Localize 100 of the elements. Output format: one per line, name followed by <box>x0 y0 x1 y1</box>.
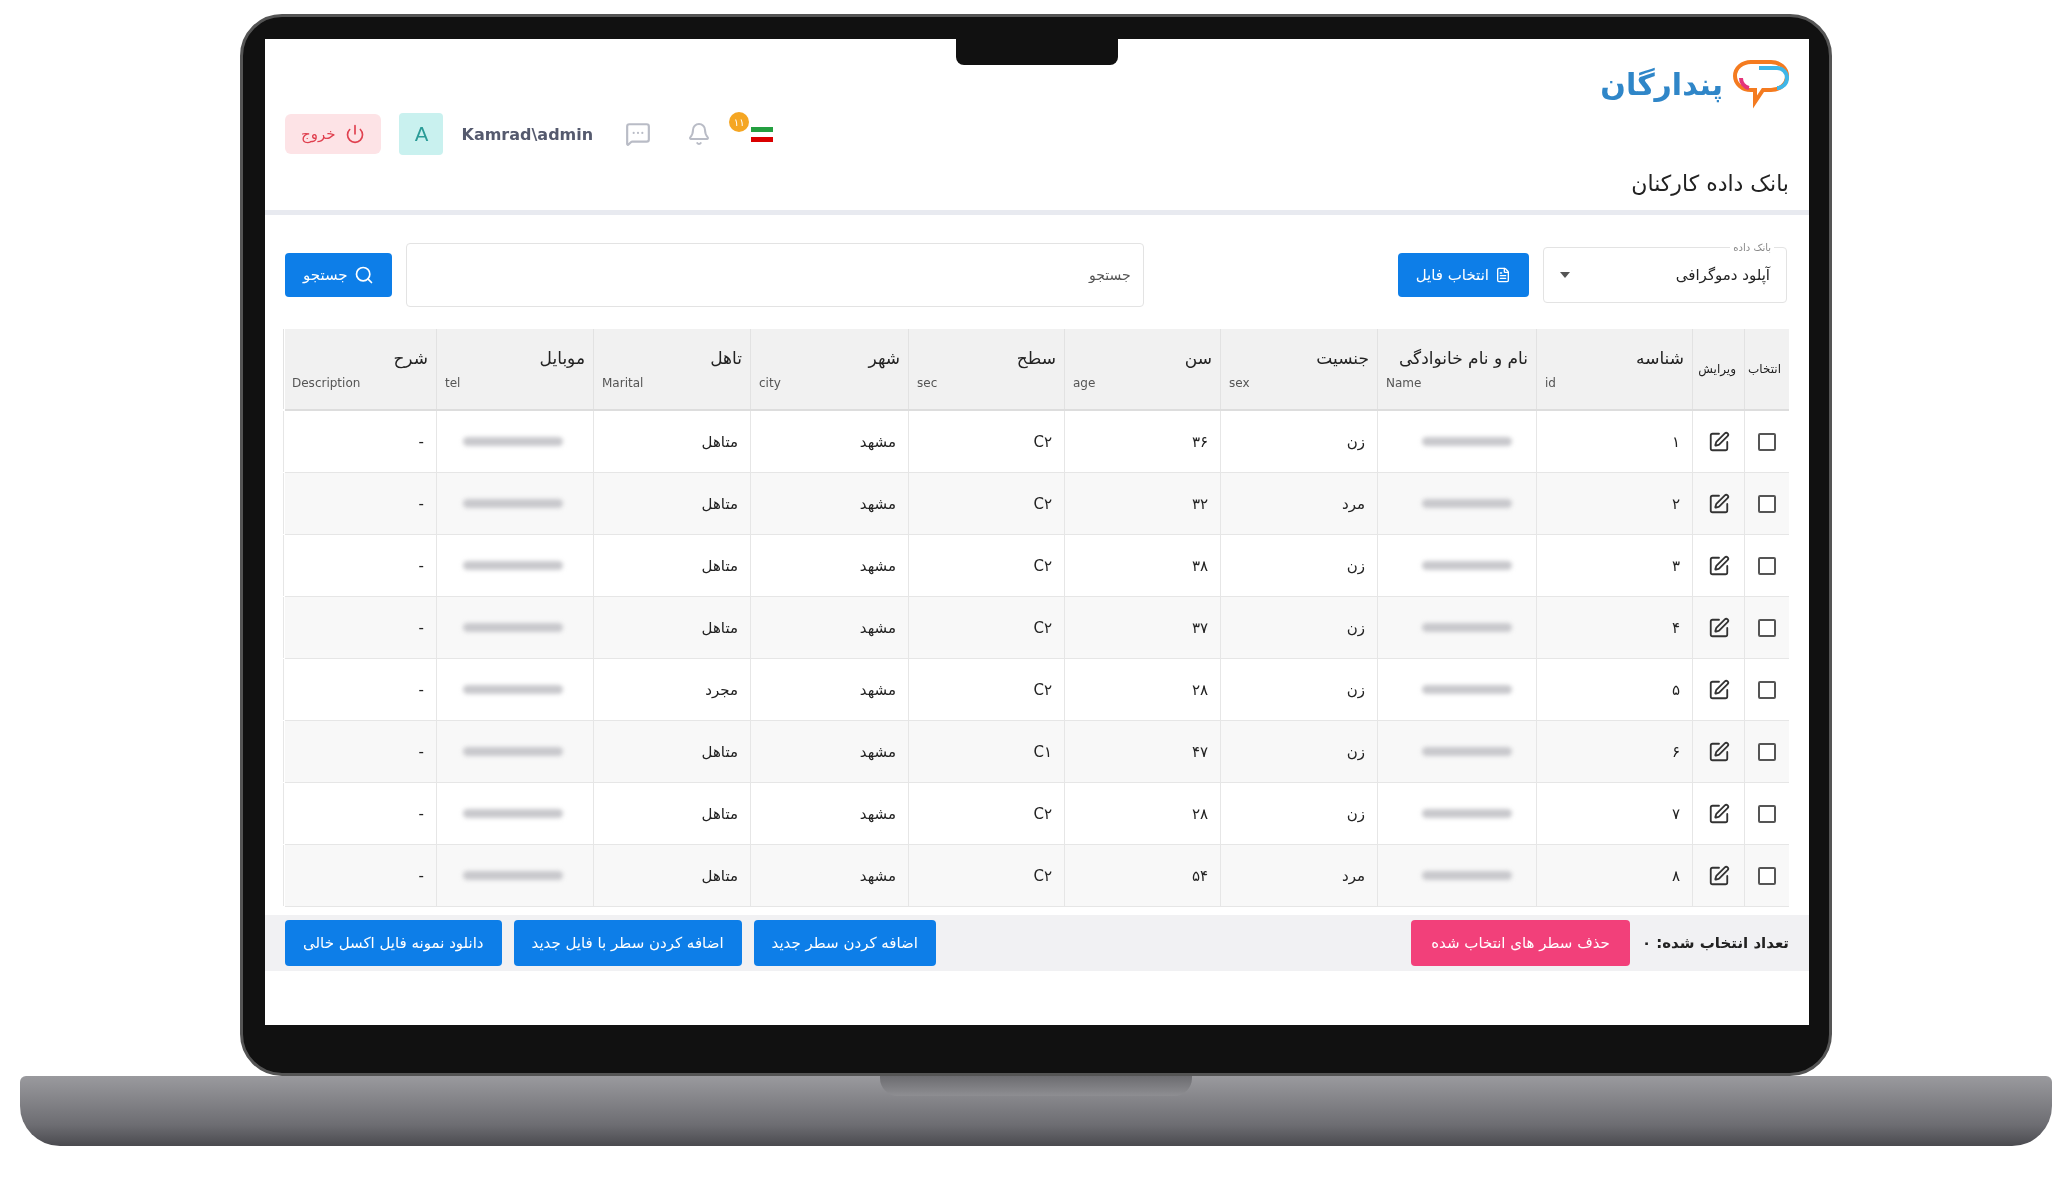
action-button[interactable]: اضافه کردن سطر با فایل جدید <box>513 920 742 966</box>
table-cell: C۲ <box>1033 556 1052 575</box>
edit-icon[interactable] <box>1707 864 1730 887</box>
table-cell: - <box>418 432 424 451</box>
row-checkbox[interactable] <box>1758 556 1776 575</box>
flag-icon[interactable] <box>751 126 774 142</box>
edit-icon[interactable] <box>1707 554 1730 577</box>
column-title: انتخاب <box>1748 362 1781 376</box>
column-title: شرح <box>393 348 428 368</box>
action-button[interactable]: اضافه کردن سطر جدید <box>753 920 936 966</box>
column-title: سن <box>1184 348 1212 368</box>
page-title: بانک داده کارکنان <box>1630 170 1790 198</box>
table-cell: C۲ <box>1033 432 1052 451</box>
column-title: سطح <box>1016 348 1056 368</box>
table-cell: مشهد <box>859 866 896 885</box>
table-cell: مشهد <box>859 556 896 575</box>
column-subtitle: Marital <box>602 376 644 390</box>
search-icon <box>353 265 374 285</box>
column-subtitle: sec <box>917 376 938 390</box>
table-cell: ۳۶ <box>1191 432 1208 451</box>
table-cell: ۳۲ <box>1191 494 1208 513</box>
file-icon <box>1495 267 1511 283</box>
edit-icon[interactable] <box>1707 740 1730 763</box>
dropdown-caret-icon <box>1560 272 1570 278</box>
table-cell: C۲ <box>1033 494 1052 513</box>
table-cell: ۲ <box>1671 494 1680 513</box>
column-title: جنسیت <box>1316 348 1369 368</box>
select-label: بانک داده <box>1730 242 1774 253</box>
table-cell: مشهد <box>859 494 896 513</box>
table-cell: متاهل <box>701 618 738 637</box>
row-checkbox[interactable] <box>1758 494 1776 513</box>
table-cell: ۱ <box>1671 432 1680 451</box>
table-cell: مشهد <box>859 680 896 699</box>
table-cell: مشهد <box>859 742 896 761</box>
row-checkbox[interactable] <box>1758 866 1776 885</box>
search-field[interactable]: جستجو <box>405 243 1144 307</box>
table-cell: متاهل <box>701 494 738 513</box>
row-checkbox[interactable] <box>1758 804 1776 823</box>
table-cell: مجرد <box>705 680 738 699</box>
table-cell: - <box>418 680 424 699</box>
selected-count: تعداد انتخاب شده: ۰ <box>1641 934 1789 952</box>
row-checkbox[interactable] <box>1758 742 1776 761</box>
table-cell: C۲ <box>1033 866 1052 885</box>
speech-bubble-logo-icon <box>1733 58 1789 110</box>
row-checkbox[interactable] <box>1758 680 1776 699</box>
column-title: ویرایش <box>1698 362 1736 376</box>
table-cell: متاهل <box>701 804 738 823</box>
edit-icon[interactable] <box>1707 802 1730 825</box>
edit-icon[interactable] <box>1707 430 1730 453</box>
table-cell: ۵۴ <box>1191 866 1208 885</box>
table-cell: مرد <box>1342 866 1365 885</box>
table-cell: - <box>418 866 424 885</box>
column-subtitle: tel <box>445 376 461 390</box>
choose-file-button[interactable]: انتخاب فایل <box>1397 253 1529 297</box>
table-cell: متاهل <box>701 432 738 451</box>
table-cell: متاهل <box>701 742 738 761</box>
table-cell: زن <box>1346 742 1365 761</box>
table-cell: ۴ <box>1671 618 1680 637</box>
search-button[interactable]: جستجو <box>285 253 392 297</box>
table-cell: ۳ <box>1671 556 1680 575</box>
table-cell: ۵ <box>1671 680 1680 699</box>
table-cell: زن <box>1346 804 1365 823</box>
table-cell: زن <box>1346 618 1365 637</box>
select-value: آپلود دموگرافی <box>1675 266 1770 284</box>
username: Kamrad\admin <box>461 124 594 144</box>
table-cell: ۸ <box>1671 866 1680 885</box>
table-cell: - <box>418 494 424 513</box>
table-cell: متاهل <box>701 556 738 575</box>
column-subtitle: sex <box>1229 376 1250 390</box>
avatar[interactable]: A <box>399 113 444 155</box>
column-subtitle: city <box>759 376 781 390</box>
column-title: موبایل <box>539 348 585 368</box>
column-title: شهر <box>868 348 900 368</box>
column-subtitle: id <box>1545 376 1556 390</box>
column-subtitle: Description <box>292 376 361 390</box>
row-checkbox[interactable] <box>1758 432 1776 451</box>
notification-badge: ۱۱ <box>729 112 750 132</box>
table-cell: - <box>418 804 424 823</box>
table-cell: مشهد <box>859 804 896 823</box>
table-cell: ۳۸ <box>1191 556 1208 575</box>
edit-icon[interactable] <box>1707 678 1730 701</box>
table-cell: C۲ <box>1033 680 1052 699</box>
column-title: نام و نام خانوادگی <box>1398 348 1528 368</box>
table-cell: - <box>418 556 424 575</box>
table-cell: ۷ <box>1671 804 1680 823</box>
edit-icon[interactable] <box>1707 616 1730 639</box>
table-cell: ۲۸ <box>1191 680 1208 699</box>
logo-text: پندارگان <box>1600 66 1723 102</box>
row-checkbox[interactable] <box>1758 618 1776 637</box>
table-cell: زن <box>1346 432 1365 451</box>
action-button[interactable]: دانلود نمونه فایل اکسل خالی <box>285 920 502 966</box>
table-cell: مشهد <box>859 432 896 451</box>
table-cell: ۶ <box>1671 742 1680 761</box>
table-cell: زن <box>1346 556 1365 575</box>
logout-button[interactable]: خروج <box>285 114 382 154</box>
edit-icon[interactable] <box>1707 492 1730 515</box>
table-cell: - <box>418 742 424 761</box>
delete-selected-button[interactable]: حذف سطر های انتخاب شده <box>1411 920 1630 966</box>
power-icon <box>345 124 366 144</box>
column-subtitle: age <box>1073 376 1096 390</box>
